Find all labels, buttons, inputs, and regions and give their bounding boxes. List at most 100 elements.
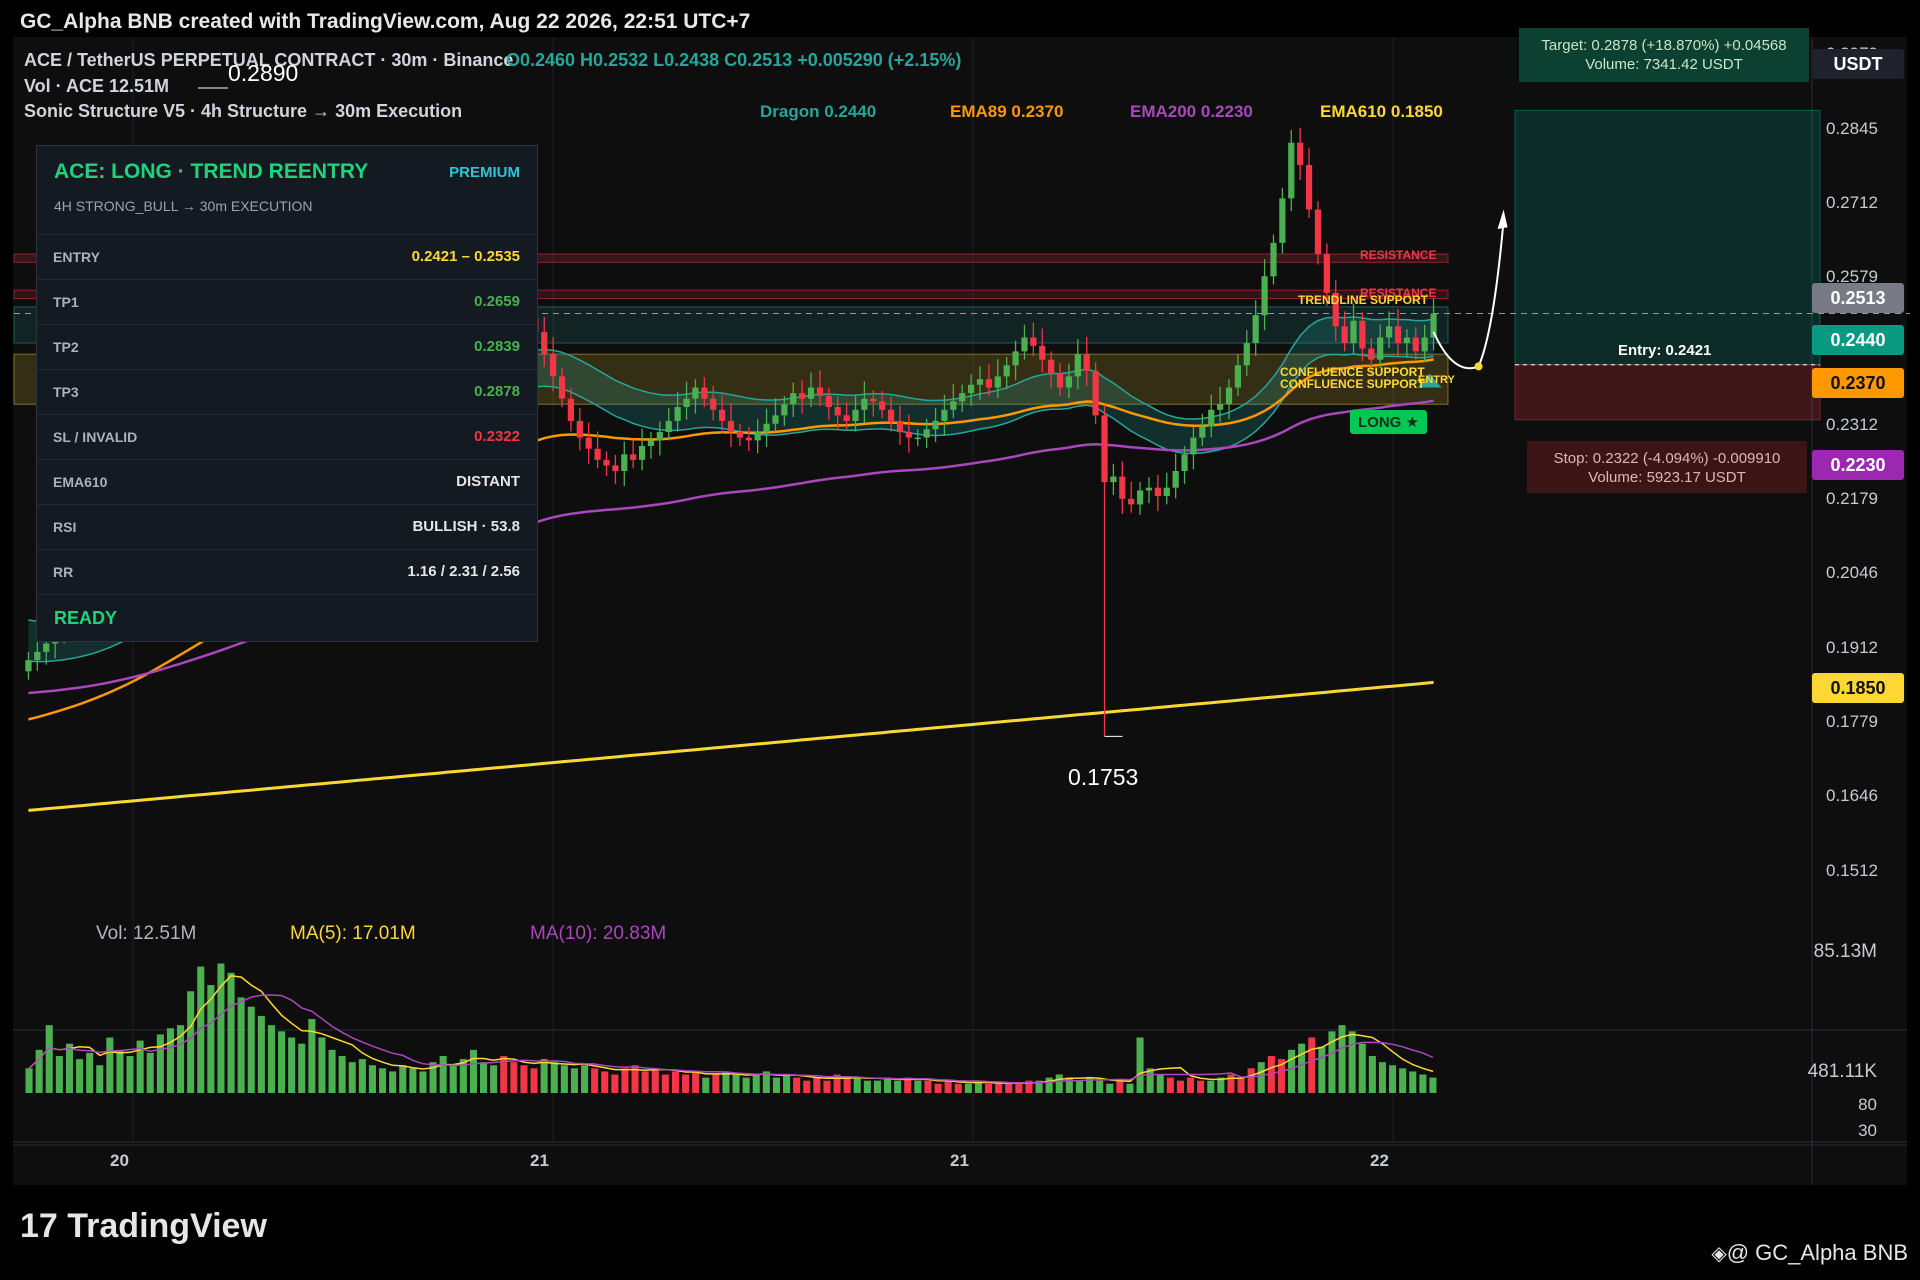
row-key: SL / INVALID [53, 429, 138, 445]
candle-body [1101, 415, 1108, 483]
volume-bar [45, 1025, 53, 1093]
candle-body [923, 429, 930, 438]
volume-bar [722, 1071, 730, 1093]
target-label-box[interactable]: Target: 0.2878 (+18.870%) +0.04568 Volum… [1519, 28, 1809, 82]
volume-bar [65, 1043, 73, 1093]
tradingview-logo[interactable]: 17 TradingView [20, 1207, 267, 1246]
dragon-label: Dragon 0.2440 [760, 102, 877, 121]
candle-body [585, 437, 592, 449]
candle-body [1110, 476, 1117, 483]
candle-body [1181, 454, 1188, 471]
panel-row-sl: SL / INVALID 0.2322 [37, 414, 537, 459]
volume-bar [813, 1077, 821, 1093]
volume-bar [1055, 1074, 1063, 1093]
row-value: 0.2421 – 0.2535 [411, 248, 520, 265]
candle-body [1305, 164, 1313, 210]
candle-body [683, 398, 690, 408]
row-key: RR [53, 564, 74, 580]
indicator-legend[interactable]: Sonic Structure V5 · 4h Structure → 30m … [24, 101, 462, 122]
volume-bar [227, 972, 235, 1093]
volume-bar [1116, 1080, 1124, 1093]
volume-legend-top[interactable]: Vol · ACE 12.51M [24, 76, 169, 97]
row-value: BULLISH · 53.8 [412, 518, 520, 535]
candle-body [1048, 359, 1055, 374]
author-credit[interactable]: ◈@ GC_Alpha BNB [1711, 1240, 1908, 1266]
candle-body [905, 432, 912, 438]
target-volume-text: Volume: 7341.42 USDT [1585, 56, 1743, 73]
ema89-label: EMA89 0.2370 [950, 102, 1064, 121]
volume-bar [581, 1065, 589, 1093]
stop-label-box[interactable]: Stop: 0.2322 (-4.094%) -0.009910 Volume:… [1527, 441, 1807, 493]
volume-bar [298, 1043, 306, 1093]
panel-row-tp1: TP1 0.2659 [37, 279, 537, 324]
row-key: TP2 [53, 339, 79, 355]
candle-body [567, 398, 575, 421]
volume-bar [510, 1062, 518, 1093]
tv-brand-text: TradingView [67, 1207, 267, 1245]
candle-body [736, 432, 744, 438]
price-tick-label: 0.2845 [1826, 119, 1878, 138]
volume-bar [1045, 1077, 1053, 1093]
candle-body [968, 384, 975, 394]
candle-body [603, 459, 610, 466]
volume-bar [96, 1065, 104, 1093]
price-tick-label: 0.2712 [1826, 193, 1878, 212]
rsi-axis-80: 80 [1858, 1095, 1877, 1114]
volume-bar [570, 1068, 578, 1093]
time-label-21a: 21 [530, 1151, 549, 1170]
price-tick-label: 0.2312 [1826, 415, 1878, 434]
volume-axis-max: 85.13M [1813, 941, 1877, 962]
entry-price-label: Entry: 0.2421 [1618, 342, 1712, 359]
currency-tag[interactable]: USDT [1812, 49, 1904, 79]
candle-body [745, 437, 752, 441]
ma5-legend[interactable]: MA(5): 17.01M [290, 923, 416, 945]
candle-body [621, 454, 628, 471]
price-tick-label: 0.1512 [1826, 861, 1878, 880]
candle-body [1288, 142, 1295, 199]
ma10-legend[interactable]: MA(10): 20.83M [530, 923, 666, 945]
panel-row-rr: RR 1.16 / 2.31 / 2.56 [37, 549, 537, 594]
candle-body [34, 651, 41, 661]
volume-bar [267, 1025, 275, 1093]
candle-body [727, 420, 735, 433]
candle-body [1279, 198, 1286, 243]
price-tick-label: 0.2046 [1826, 563, 1878, 582]
candle-body [887, 409, 895, 421]
volume-bar [1096, 1080, 1104, 1093]
candle-body [1190, 437, 1197, 455]
candle-body [985, 379, 993, 388]
volume-bar [187, 991, 195, 1093]
volume-bar [1419, 1074, 1427, 1093]
volume-bar [1378, 1062, 1386, 1093]
premium-badge: PREMIUM [449, 164, 520, 181]
volume-bar [1015, 1083, 1023, 1093]
volume-bar [934, 1083, 942, 1093]
long-signal-badge[interactable]: LONG ★ [1350, 410, 1427, 434]
volume-bar [1136, 1037, 1144, 1093]
candle-body [1412, 337, 1419, 352]
candle-body [1377, 337, 1384, 360]
stop-volume-text: Volume: 5923.17 USDT [1588, 469, 1746, 486]
volume-bar [257, 1015, 265, 1093]
diamond-icon: ◈ [1711, 1243, 1727, 1265]
volume-bar [55, 1056, 63, 1093]
candle-body [807, 387, 815, 399]
candle-body [1225, 387, 1233, 405]
candle-body [541, 331, 548, 355]
volume-bar [641, 1071, 649, 1093]
volume-bar [702, 1077, 710, 1093]
volume-bar [1348, 1031, 1356, 1093]
author-name: @ GC_Alpha BNB [1726, 1240, 1908, 1265]
volume-legend[interactable]: Vol: 12.51M [96, 923, 196, 945]
entry-point-marker [1474, 362, 1483, 371]
volume-axis-min: 481.11K [1807, 1061, 1877, 1082]
volume-bar [379, 1068, 387, 1093]
candle-body [1341, 326, 1348, 344]
candle-body [879, 401, 886, 410]
volume-bar [247, 1006, 255, 1093]
volume-bar [985, 1083, 993, 1093]
volume-bar [601, 1071, 609, 1093]
volume-bar [843, 1077, 851, 1093]
volume-bar [1005, 1083, 1013, 1093]
volume-bar [318, 1037, 326, 1093]
